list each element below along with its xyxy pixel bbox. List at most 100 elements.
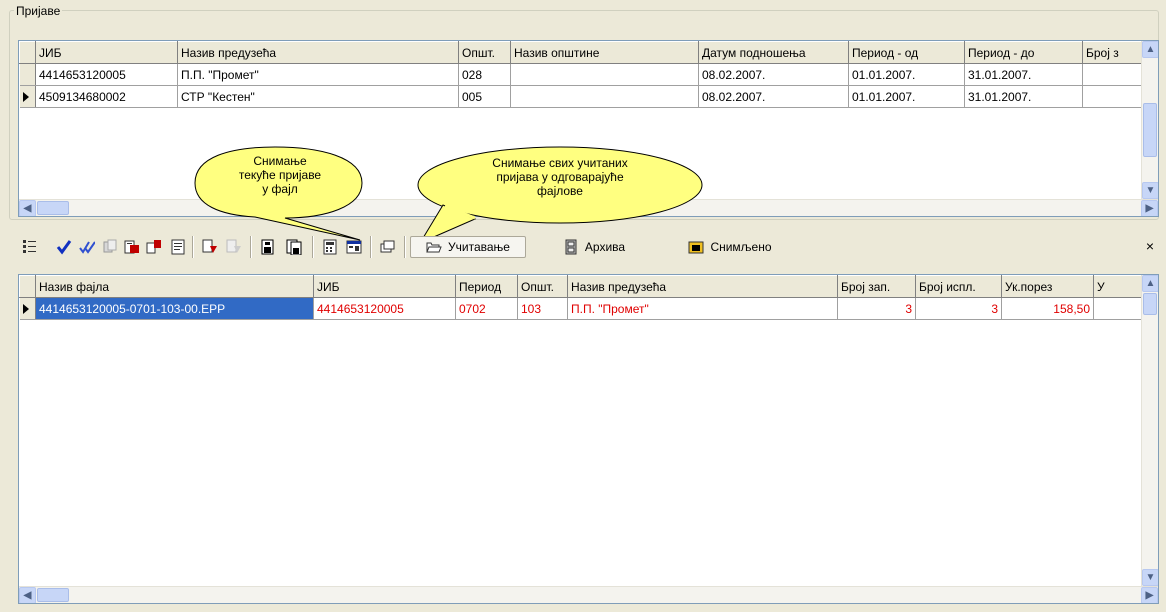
form-icon <box>346 240 362 254</box>
cell-naziv-opstine[interactable] <box>510 63 699 86</box>
current-row-arrow-icon <box>22 304 29 315</box>
save-current-button[interactable] <box>258 236 278 258</box>
cell-opst[interactable]: 103 <box>517 297 568 320</box>
column-header-opst[interactable]: Општ. <box>458 41 511 64</box>
tree-icon <box>23 240 36 253</box>
scroll-left-button[interactable]: ◀ <box>19 587 36 603</box>
scroll-thumb[interactable] <box>37 588 69 602</box>
copy-document-button[interactable] <box>100 236 120 258</box>
column-header-naziv-preduzeca[interactable]: Назив предузећа <box>567 275 838 298</box>
scroll-down-button[interactable]: ▼ <box>1142 182 1158 199</box>
scroll-left-button[interactable]: ◀ <box>19 200 36 216</box>
column-header-naziv-opstine[interactable]: Назив општине <box>510 41 699 64</box>
column-header-opst[interactable]: Општ. <box>517 275 568 298</box>
calculator-button[interactable] <box>320 236 340 258</box>
saved-button-label: Снимљено <box>710 240 772 254</box>
row-indicator-current[interactable] <box>19 85 36 108</box>
save-all-button[interactable] <box>284 236 304 258</box>
table-row[interactable]: 4414653120005 П.П. "Промет" 028 08.02.20… <box>19 63 1142 86</box>
check-all-button[interactable] <box>76 236 98 258</box>
row-indicator-header <box>19 275 36 298</box>
export-document-button[interactable] <box>144 236 164 258</box>
scroll-right-button[interactable]: ▶ <box>1141 200 1158 216</box>
files-header-row: Назив фајла ЈИБ Период Општ. Назив преду… <box>19 275 1142 298</box>
column-header-period[interactable]: Период <box>455 275 518 298</box>
archive-button[interactable]: Архива <box>544 236 644 258</box>
cell-naziv-preduzeca[interactable]: П.П. "Промет" <box>177 63 459 86</box>
close-icon[interactable]: × <box>1146 238 1154 254</box>
cell-datum[interactable]: 08.02.2007. <box>698 85 849 108</box>
cell-jib[interactable]: 4414653120005 <box>35 63 178 86</box>
report-button[interactable] <box>168 236 188 258</box>
files-horizontal-scrollbar[interactable]: ◀ ▶ <box>19 586 1158 603</box>
column-header-broj-zap[interactable]: Број зап. <box>837 275 916 298</box>
save-all-files-icon <box>286 239 302 255</box>
scroll-up-button[interactable]: ▲ <box>1142 275 1158 292</box>
cell-opst[interactable]: 005 <box>458 85 511 108</box>
import-button[interactable] <box>200 236 220 258</box>
column-header-uk-porez[interactable]: Ук.порез <box>1001 275 1094 298</box>
prijave-header-row: ЈИБ Назив предузећа Општ. Назив општине … <box>19 41 1142 64</box>
cell-naziv-opstine[interactable] <box>510 85 699 108</box>
delete-document-icon <box>124 240 139 254</box>
import-disabled-button[interactable] <box>224 236 244 258</box>
column-header-jib[interactable]: ЈИБ <box>313 275 456 298</box>
row-indicator-header <box>19 41 36 64</box>
folders-icon <box>380 240 395 253</box>
report-icon <box>171 239 185 255</box>
column-header-broj-ispl[interactable]: Број испл. <box>915 275 1002 298</box>
cell-broj-ispl[interactable]: 3 <box>915 297 1002 320</box>
column-header-naziv-preduzeca[interactable]: Назив предузећа <box>177 41 459 64</box>
scroll-thumb[interactable] <box>1143 293 1157 315</box>
toolbar-separator <box>404 236 406 258</box>
prijave-group-title: Пријаве <box>14 4 63 18</box>
scroll-thumb[interactable] <box>1143 103 1157 157</box>
scroll-thumb[interactable] <box>37 201 69 215</box>
cell-period[interactable]: 0702 <box>455 297 518 320</box>
column-header-period-do[interactable]: Период - до <box>964 41 1083 64</box>
cell-broj[interactable] <box>1082 85 1142 108</box>
cell-naziv-fajla[interactable]: 4414653120005-0701-103-00.EPP <box>35 297 314 320</box>
delete-document-button[interactable] <box>122 236 142 258</box>
cell-broj-zap[interactable]: 3 <box>837 297 916 320</box>
cell-period-do[interactable]: 31.01.2007. <box>964 63 1083 86</box>
column-header-datum-podnosenja[interactable]: Датум подношења <box>698 41 849 64</box>
cell-period-od[interactable]: 01.01.2007. <box>848 63 965 86</box>
column-header-u[interactable]: У <box>1093 275 1142 298</box>
calculator-icon <box>323 239 337 255</box>
cell-jib[interactable]: 4509134680002 <box>35 85 178 108</box>
scroll-up-button[interactable]: ▲ <box>1142 41 1158 58</box>
scroll-down-button[interactable]: ▼ <box>1142 569 1158 586</box>
form-view-button[interactable] <box>344 236 364 258</box>
cell-broj[interactable] <box>1082 63 1142 86</box>
check-button[interactable] <box>54 236 74 258</box>
cell-u[interactable] <box>1093 297 1142 320</box>
cell-naziv-preduzeca[interactable]: СТР "Кестен" <box>177 85 459 108</box>
toolbar: Учитавање Архива Снимљено × <box>20 232 1160 262</box>
saved-button[interactable]: Снимљено <box>670 236 790 258</box>
row-indicator[interactable] <box>19 63 36 86</box>
column-header-broj[interactable]: Број з <box>1082 41 1142 64</box>
cell-period-do[interactable]: 31.01.2007. <box>964 85 1083 108</box>
column-header-period-od[interactable]: Период - од <box>848 41 965 64</box>
cell-uk-porez[interactable]: 158,50 <box>1001 297 1094 320</box>
files-grid[interactable]: Назив фајла ЈИБ Период Општ. Назив преду… <box>18 274 1159 604</box>
tree-view-button[interactable] <box>20 236 40 258</box>
folders-button[interactable] <box>378 236 398 258</box>
prijave-vertical-scrollbar[interactable]: ▲ ▼ <box>1141 41 1158 199</box>
files-vertical-scrollbar[interactable]: ▲ ▼ <box>1141 275 1158 586</box>
toolbar-separator <box>192 236 194 258</box>
cell-naziv-preduzeca[interactable]: П.П. "Промет" <box>567 297 838 320</box>
cell-jib[interactable]: 4414653120005 <box>313 297 456 320</box>
column-header-jib[interactable]: ЈИБ <box>35 41 178 64</box>
table-row[interactable]: 4414653120005-0701-103-00.EPP 4414653120… <box>19 297 1142 320</box>
row-indicator-current[interactable] <box>19 297 36 320</box>
cell-period-od[interactable]: 01.01.2007. <box>848 85 965 108</box>
current-row-arrow-icon <box>22 92 29 103</box>
cell-opst[interactable]: 028 <box>458 63 511 86</box>
load-button[interactable]: Учитавање <box>410 236 526 258</box>
column-header-naziv-fajla[interactable]: Назив фајла <box>35 275 314 298</box>
table-row[interactable]: 4509134680002 СТР "Кестен" 005 08.02.200… <box>19 85 1142 108</box>
scroll-right-button[interactable]: ▶ <box>1141 587 1158 603</box>
cell-datum[interactable]: 08.02.2007. <box>698 63 849 86</box>
